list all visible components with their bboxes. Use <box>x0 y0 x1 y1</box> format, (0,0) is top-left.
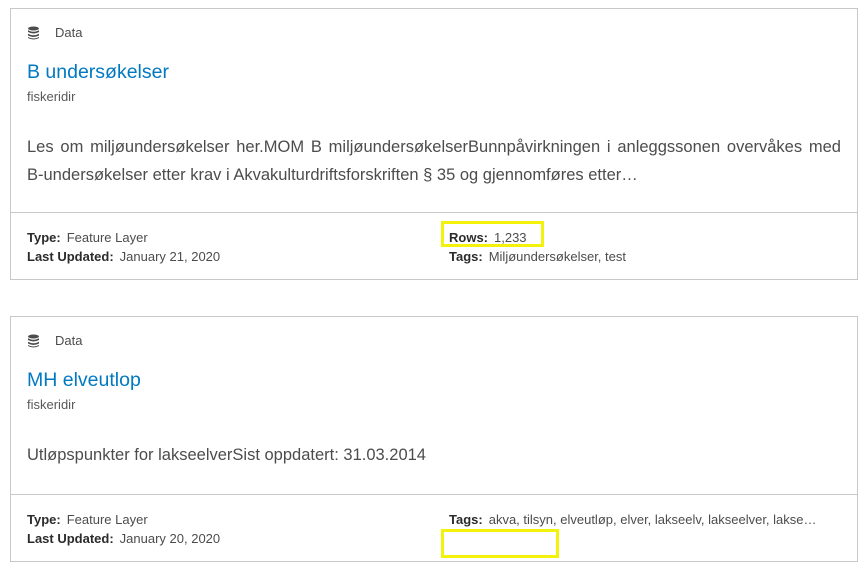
meta-updated: Last Updated: January 20, 2020 <box>27 531 220 546</box>
meta-rows-label: Rows: <box>449 230 488 245</box>
meta-type-label: Type: <box>27 512 61 527</box>
meta-updated-value: January 21, 2020 <box>119 249 221 264</box>
item-kind-label: Data <box>55 333 83 348</box>
meta-type-value: Feature Layer <box>66 230 148 245</box>
meta-rows-value: 1,233 <box>494 230 527 245</box>
card-summary: Data MH elveutlop fiskeridir Utløpspunkt… <box>11 317 857 494</box>
meta-updated-label: Last Updated: <box>27 531 114 546</box>
meta-type-value: Feature Layer <box>66 512 148 527</box>
meta-tags-value: akva, tilsyn, elveutløp, elver, lakseelv… <box>488 512 817 527</box>
meta-tags: Tags: akva, tilsyn, elveutløp, elver, lak… <box>449 512 817 527</box>
meta-updated-label: Last Updated: <box>27 249 114 264</box>
item-owner: fiskeridir <box>27 89 76 104</box>
item-description-text: Utløpspunkter for lakseelverSist oppdate… <box>27 446 426 464</box>
card-metadata: Type: Feature Layer Last Updated: January … <box>11 212 857 280</box>
item-kind: Data <box>27 25 82 40</box>
meta-tags-label: Tags: <box>449 512 483 527</box>
database-icon <box>27 334 40 348</box>
result-card: Data MH elveutlop fiskeridir Utløpspunkt… <box>10 316 858 562</box>
meta-type: Type: Feature Layer <box>27 230 148 245</box>
item-description: Utløpspunkter for lakseelverSist oppdate… <box>27 441 841 469</box>
item-description-text: Les om miljøundersøkelser her.MOM B milj… <box>27 138 841 184</box>
meta-type-label: Type: <box>27 230 61 245</box>
item-kind-label: Data <box>55 25 83 40</box>
database-icon <box>27 26 40 40</box>
meta-tags-value: Miljøundersøkelser, test <box>488 249 626 264</box>
item-kind: Data <box>27 333 82 348</box>
item-description: Les om miljøundersøkelser her.MOM B milj… <box>27 133 841 189</box>
item-title-link[interactable]: B undersøkelser <box>27 61 169 84</box>
card-metadata: Type: Feature Layer Last Updated: January … <box>11 494 857 562</box>
item-owner: fiskeridir <box>27 397 76 412</box>
meta-type: Type: Feature Layer <box>27 512 148 527</box>
result-card: Data B undersøkelser fiskeridir Les om m… <box>10 8 858 280</box>
item-title-link[interactable]: MH elveutlop <box>27 369 141 392</box>
card-summary: Data B undersøkelser fiskeridir Les om m… <box>11 9 857 212</box>
meta-tags: Tags: Miljøundersøkelser, test <box>449 249 626 264</box>
meta-tags-label: Tags: <box>449 249 483 264</box>
meta-rows: Rows: 1,233 <box>449 230 527 245</box>
meta-updated-value: January 20, 2020 <box>119 531 221 546</box>
meta-updated: Last Updated: January 21, 2020 <box>27 249 220 264</box>
